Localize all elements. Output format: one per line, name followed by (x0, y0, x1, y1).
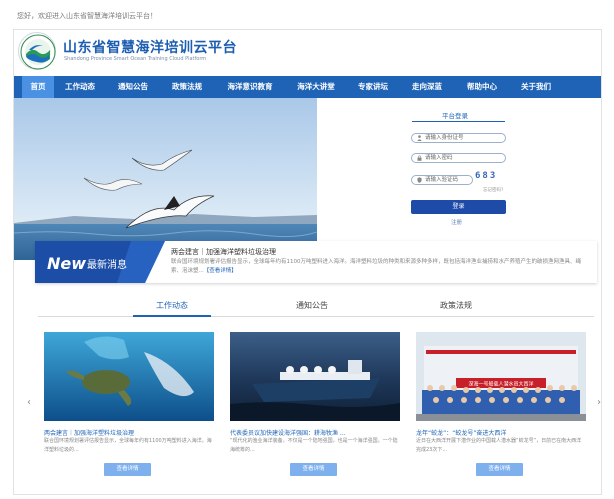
nav-item-expert-forum[interactable]: 专家讲坛 (350, 76, 396, 98)
card-image-ship[interactable] (230, 332, 400, 421)
welcome-text: 您好，欢迎进入山东省智慧海洋培训云平台！ (17, 12, 157, 20)
carousel-next-icon[interactable]: › (597, 397, 601, 408)
nav-item-deep-blue[interactable]: 走向深蓝 (404, 76, 450, 98)
nav-item-about[interactable]: 关于我们 (513, 76, 559, 98)
captcha-input[interactable]: 请输入验证码 (411, 175, 473, 185)
card-title[interactable]: 龙年“蛟龙”：“蛟龙号”奋进大西洋 (416, 428, 506, 437)
card-banner-text: 深海一号船载人潜水员大西洋 (468, 381, 533, 388)
nav-item-ocean-lecture[interactable]: 海洋大讲堂 (290, 76, 342, 98)
tab-active-indicator (133, 315, 211, 317)
nav-item-policies[interactable]: 政策法规 (164, 76, 210, 98)
user-icon (417, 135, 422, 141)
nav-item-work-news[interactable]: 工作动态 (57, 76, 103, 98)
card-image-crew[interactable]: 深海一号船载人潜水员大西洋 (416, 332, 586, 421)
platform-logo[interactable] (18, 32, 56, 70)
card-title[interactable]: 两会建言｜加强海洋塑料垃圾治理 (44, 428, 134, 437)
card-details-button[interactable]: 查看详情 (290, 463, 337, 476)
card-details-button[interactable]: 查看详情 (104, 463, 151, 476)
top-bar: 您好，欢迎进入山东省智慧海洋培训云平台！ (0, 0, 614, 28)
id-number-placeholder: 请输入身份证号 (425, 135, 464, 141)
tab-policies[interactable]: 政策法规 (440, 300, 472, 311)
platform-title: 山东省智慧海洋培训云平台 (63, 40, 237, 56)
login-title-divider (412, 121, 505, 122)
carousel-prev-icon[interactable]: ‹ (27, 397, 31, 408)
card-desc: 联合国环境规划署评估报告显示，全球每年约有1100万吨塑料进入海洋。海洋塑料垃圾… (44, 438, 212, 453)
card-title[interactable]: 代表委员议加快建设海洋强国：耕海牧渔 ... (230, 428, 346, 437)
latest-news-badge: New 最新消息 (35, 241, 165, 283)
login-title: 平台登录 (442, 112, 468, 120)
card-details-button[interactable]: 查看详情 (476, 463, 523, 476)
badge-new-text: New (47, 254, 86, 273)
main-nav: 首页 工作动态 通知公告 政策法规 海洋意识教育 海洋大讲堂 专家讲坛 走向深蓝… (14, 76, 601, 98)
nav-item-home[interactable]: 首页 (22, 76, 54, 98)
card-image-turtle[interactable] (44, 332, 214, 421)
login-button[interactable]: 登录 (411, 200, 506, 214)
nav-item-notices[interactable]: 通知公告 (110, 76, 156, 98)
latest-news-more-link[interactable]: 【查看详情】 (204, 268, 237, 274)
latest-news-desc: 联合国环境规划署评估报告显示，全球每年约有1100万吨塑料进入海洋。海洋塑料垃圾… (171, 258, 586, 276)
card-desc: “现代化的渔业海洋装备，不仅是一个陆地强国，也是一个海洋强国，一个陆海统筹的..… (230, 438, 398, 453)
captcha-placeholder: 请输入验证码 (425, 177, 459, 183)
password-input[interactable]: 请输入密码 (411, 153, 506, 163)
tab-notices[interactable]: 通知公告 (296, 300, 328, 311)
shield-icon (417, 177, 422, 183)
forgot-password-link[interactable]: 忘记密码? (483, 187, 503, 193)
logo-emblem-icon (20, 34, 56, 70)
nav-item-help-center[interactable]: 帮助中心 (459, 76, 505, 98)
hero-seagull-image (14, 98, 317, 260)
password-placeholder: 请输入密码 (425, 155, 453, 161)
tabs-divider (38, 316, 594, 317)
register-link[interactable]: 注册 (451, 218, 462, 226)
nav-item-ocean-awareness[interactable]: 海洋意识教育 (219, 76, 281, 98)
latest-news-title[interactable]: 两会建言｜加强海洋塑料垃圾治理 (171, 247, 276, 257)
lock-icon (417, 155, 422, 161)
card-desc: 近日在大西洋开展下潜作业的中国载人潜水器“蛟龙号”，日前已在南大西洋完成23次下… (416, 438, 582, 453)
tab-work-news[interactable]: 工作动态 (156, 300, 188, 311)
badge-label-text: 最新消息 (87, 258, 127, 271)
platform-subtitle: Shandong Province Smart Ocean Training C… (64, 56, 207, 62)
captcha-image[interactable]: 683 (475, 171, 497, 181)
id-number-input[interactable]: 请输入身份证号 (411, 133, 506, 143)
